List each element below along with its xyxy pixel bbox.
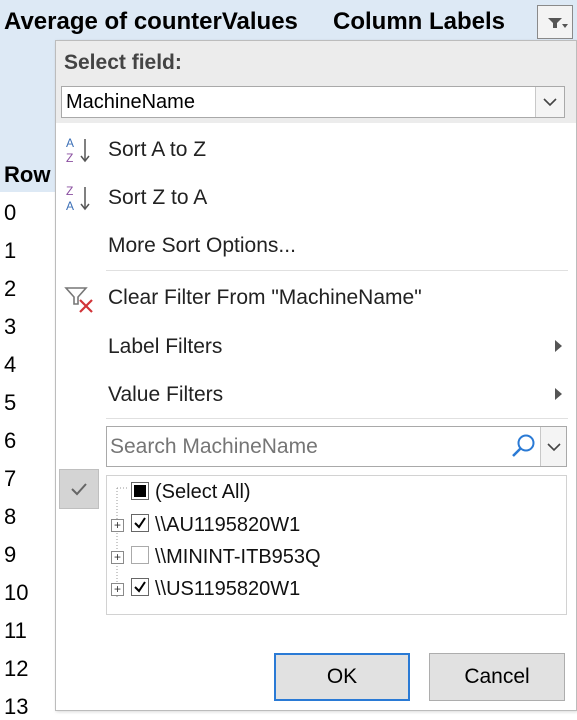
filter-dropdown-panel: Select field: MachineName A Z Sort A to … — [55, 40, 577, 711]
ok-button[interactable]: OK — [274, 653, 410, 701]
select-field-label: Select field: — [64, 51, 182, 74]
submenu-arrow-icon — [555, 340, 562, 352]
expand-plus-icon[interactable]: + — [111, 583, 124, 596]
item-checkbox[interactable] — [131, 546, 149, 564]
sort-a-to-z-label: Sort A to Z — [108, 138, 207, 161]
search-field-box[interactable] — [106, 426, 567, 467]
row-label[interactable]: 5 — [4, 390, 54, 416]
value-filters-label: Value Filters — [108, 383, 224, 406]
select-field-area: Select field: MachineName — [56, 41, 576, 123]
select-all-checkbox[interactable] — [131, 482, 149, 500]
row-label[interactable]: 0 — [4, 200, 54, 226]
svg-text:Z: Z — [66, 151, 73, 165]
row-label[interactable]: 12 — [4, 656, 54, 682]
clear-filter-item[interactable]: Clear Filter From "MachineName" — [56, 275, 576, 321]
svg-text:A: A — [66, 136, 74, 150]
label-filters-item[interactable]: Label Filters — [56, 324, 576, 370]
filter-applied-indicator — [59, 469, 99, 509]
menu-separator — [106, 418, 568, 419]
filter-dropdown-icon — [548, 18, 568, 28]
row-label[interactable]: 6 — [4, 428, 54, 454]
chevron-down-icon[interactable] — [535, 87, 564, 117]
list-item-label: \\AU1195820W1 — [155, 514, 301, 536]
list-item-label: \\MININT-ITB953Q — [155, 546, 321, 568]
column-filter-button[interactable] — [537, 5, 573, 39]
item-checkbox[interactable] — [131, 578, 149, 596]
column-labels-header[interactable]: Column Labels — [333, 8, 505, 36]
row-label[interactable]: 1 — [4, 238, 54, 264]
expand-plus-icon[interactable]: + — [111, 551, 124, 564]
row-label[interactable]: 7 — [4, 466, 54, 492]
pivot-value-field-header[interactable]: Average of counterValues — [4, 8, 298, 36]
svg-text:Z: Z — [66, 184, 73, 198]
sort-a-to-z-item[interactable]: A Z Sort A to Z — [56, 127, 576, 173]
row-label[interactable]: 2 — [4, 276, 54, 302]
row-label[interactable]: 11 — [4, 618, 54, 644]
cancel-button[interactable]: Cancel — [429, 653, 565, 701]
list-item[interactable]: + \\MININT-ITB953Q — [107, 542, 566, 574]
more-sort-options-item[interactable]: More Sort Options... — [56, 223, 576, 269]
row-label[interactable]: 9 — [4, 542, 54, 568]
svg-text:A: A — [66, 199, 74, 213]
row-label[interactable]: 4 — [4, 352, 54, 378]
list-item-select-all[interactable]: (Select All) — [107, 478, 566, 510]
chevron-down-icon[interactable] — [540, 427, 566, 466]
field-select[interactable]: MachineName — [61, 86, 565, 118]
item-checkbox[interactable] — [131, 514, 149, 532]
more-sort-options-label: More Sort Options... — [108, 234, 296, 257]
value-filters-item[interactable]: Value Filters — [56, 372, 576, 418]
filter-values-list: (Select All) + \\AU1195820W1 + \\MININT-… — [106, 475, 567, 615]
list-item[interactable]: + \\US1195820W1 — [107, 574, 566, 606]
expand-plus-icon[interactable]: + — [111, 519, 124, 532]
list-item[interactable]: + \\AU1195820W1 — [107, 510, 566, 542]
sort-z-to-a-label: Sort Z to A — [108, 186, 208, 209]
sort-descending-icon: Z A — [64, 183, 94, 213]
row-labels-header[interactable]: Row — [4, 162, 50, 188]
search-icon[interactable] — [509, 431, 539, 461]
row-label[interactable]: 3 — [4, 314, 54, 340]
list-item-label: (Select All) — [155, 481, 251, 503]
search-input[interactable] — [108, 428, 508, 465]
row-label[interactable]: 13 — [4, 694, 54, 720]
list-item-label: \\US1195820W1 — [155, 578, 301, 600]
label-filters-label: Label Filters — [108, 335, 223, 358]
clear-filter-label: Clear Filter From "MachineName" — [108, 286, 422, 309]
row-label[interactable]: 8 — [4, 504, 54, 530]
sort-ascending-icon: A Z — [64, 135, 94, 165]
row-label[interactable]: 10 — [4, 580, 54, 606]
clear-filter-icon — [64, 283, 94, 313]
checkmark-icon — [71, 483, 87, 496]
menu-separator — [106, 270, 568, 271]
submenu-arrow-icon — [555, 388, 562, 400]
field-select-value: MachineName — [66, 91, 195, 113]
sort-z-to-a-item[interactable]: Z A Sort Z to A — [56, 175, 576, 221]
